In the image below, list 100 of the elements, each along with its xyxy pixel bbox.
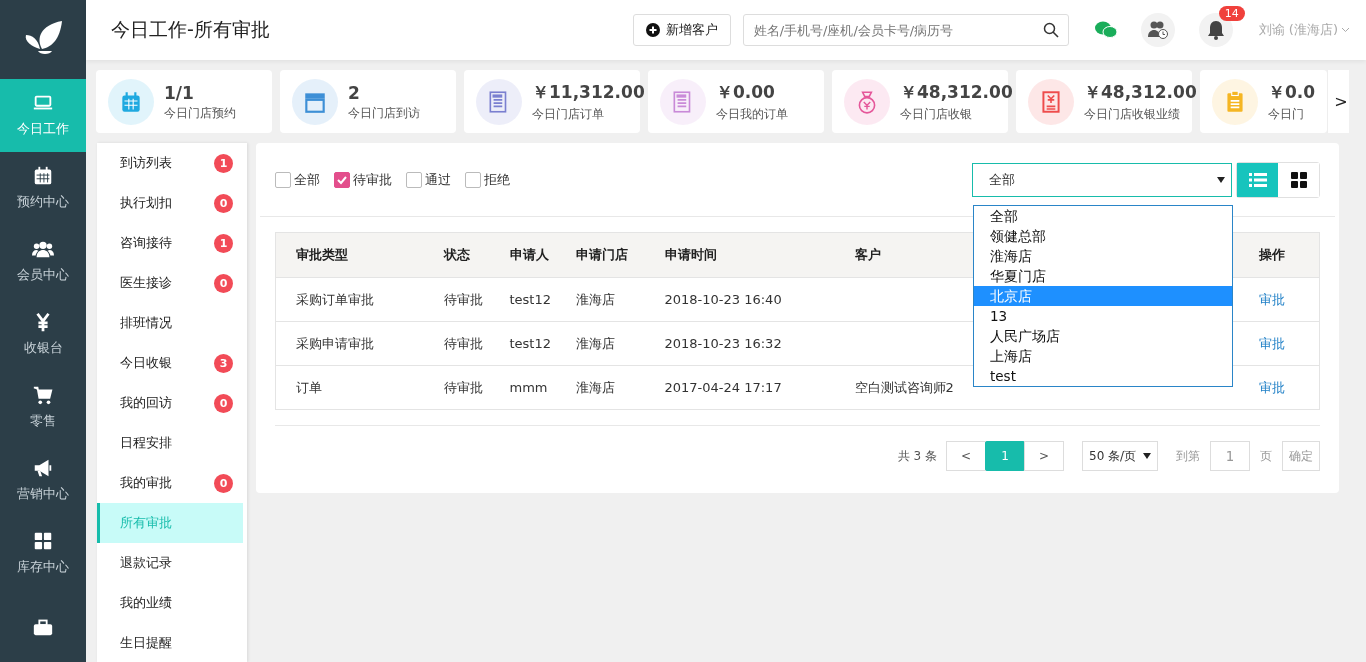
stat-value: 1/1	[164, 82, 195, 103]
approve-link[interactable]: 审批	[1258, 379, 1285, 395]
submenu-item[interactable]: 退款记录	[97, 543, 247, 583]
filter-label: 全部	[294, 170, 320, 189]
stat-label: 今日门店预约	[164, 105, 236, 121]
total-count: 共 3 条	[897, 447, 937, 465]
page-size-select[interactable]: 50 条/页	[1082, 441, 1158, 471]
stat-card[interactable]: ￥0.0 今日门	[1200, 70, 1328, 133]
column-header: 申请人	[509, 247, 549, 262]
store-select[interactable]: 全部	[972, 162, 1232, 197]
dropdown-option[interactable]: 领健总部	[974, 226, 1232, 246]
page-title: 今日工作-所有审批	[111, 17, 271, 42]
column-header: 申请门店	[575, 247, 628, 262]
dropdown-option[interactable]: 淮海店	[974, 246, 1232, 266]
nav-item[interactable]: 会员中心	[0, 224, 86, 298]
submenu-item[interactable]: 到访列表 1	[97, 143, 247, 183]
dropdown-triangle-icon	[1217, 176, 1225, 183]
table-cell: 2017-04-24 17:17	[664, 380, 782, 395]
next-page-button[interactable]: >	[1024, 441, 1064, 471]
stat-card[interactable]: 1/1 今日门店预约	[96, 70, 272, 133]
filter-checkbox[interactable]: 全部	[275, 170, 320, 189]
chevron-down-icon	[1341, 27, 1350, 33]
filter-label: 通过	[425, 170, 451, 189]
nav-item[interactable]: 营销中心	[0, 443, 86, 517]
table-cell: 2018-10-23 16:40	[664, 292, 782, 307]
stat-label: 今日我的订单	[716, 107, 788, 122]
nav-item[interactable]: 零售	[0, 370, 86, 444]
submenu-item[interactable]: 我的审批 0	[97, 463, 247, 503]
search-field[interactable]: 姓名/手机号/座机/会员卡号/病历号	[742, 14, 1069, 46]
table-cell: 淮海店	[575, 379, 615, 395]
count-badge: 0	[214, 273, 233, 293]
notification-count: 14	[1218, 6, 1245, 21]
submenu-item[interactable]: 排班情况	[97, 303, 247, 343]
approve-link[interactable]: 审批	[1258, 335, 1285, 351]
prev-page-button[interactable]: <	[946, 441, 986, 471]
stat-card[interactable]: ￥0.00 今日我的订单	[648, 70, 824, 133]
table-cell: 待审批	[443, 291, 483, 307]
table-cell: 待审批	[443, 379, 483, 395]
column-header: 申请时间	[664, 247, 717, 262]
wechat-icon[interactable]	[1094, 21, 1117, 39]
column-header: 客户	[854, 247, 881, 262]
column-header: 操作	[1258, 247, 1285, 262]
page-unit-label: 页	[1260, 447, 1272, 465]
filter-checkbox[interactable]: 拒绝	[465, 170, 510, 189]
stat-value: ￥0.00	[716, 81, 776, 104]
count-badge: 0	[214, 473, 233, 493]
submenu-item[interactable]: 今日收银 3	[97, 343, 247, 383]
table-cell: 空白测试咨询师2	[854, 379, 954, 395]
count-badge: 0	[214, 193, 233, 213]
approve-link[interactable]: 审批	[1258, 291, 1285, 307]
table-cell: 采购订单审批	[296, 291, 374, 307]
nav-item[interactable]: 收银台	[0, 297, 86, 371]
plus-circle-icon	[645, 23, 660, 37]
table-cell: test12	[509, 292, 551, 307]
submenu-item[interactable]: 我的回访 0	[97, 383, 247, 423]
submenu-item[interactable]: 咨询接待 1	[97, 223, 247, 263]
submenu-item[interactable]: 执行划扣 0	[97, 183, 247, 223]
table-cell: 淮海店	[575, 291, 615, 307]
submenu-item[interactable]: 医生接诊 0	[97, 263, 247, 303]
stat-value: 2	[348, 82, 361, 103]
bell-icon	[1206, 20, 1225, 40]
stat-label: 今日门店订单	[532, 107, 605, 122]
table-cell: test12	[509, 336, 551, 351]
stat-label: 今日门店收银	[900, 107, 973, 122]
dropdown-option[interactable]: test	[974, 366, 1232, 386]
new-customer-button[interactable]: 新增客户	[632, 14, 731, 46]
column-header: 审批类型	[296, 247, 348, 262]
table-cell: mmm	[509, 380, 548, 395]
table-cell: 订单	[296, 379, 322, 395]
nav-item[interactable]: 库存中心	[0, 516, 86, 590]
submenu-item[interactable]: 生日提醒	[97, 623, 247, 662]
nav-item[interactable]: 预约中心	[0, 151, 86, 225]
stat-card[interactable]: 2 今日门店到访	[280, 70, 456, 133]
count-badge: 1	[214, 153, 233, 173]
filter-checkbox[interactable]: 待审批	[334, 170, 392, 189]
dropdown-option[interactable]: 上海店	[974, 346, 1232, 366]
users-clock-icon	[1146, 20, 1169, 40]
filter-label: 待审批	[353, 170, 392, 189]
goto-label: 到第	[1176, 447, 1200, 465]
column-header: 状态	[443, 247, 470, 262]
stat-label: 今日门店到访	[348, 105, 420, 121]
dropdown-option[interactable]: 13	[974, 306, 1232, 326]
filter-checkbox[interactable]: 通过	[406, 170, 451, 189]
dropdown-option[interactable]: 华夏门店	[974, 266, 1232, 286]
dropdown-triangle-icon	[1143, 453, 1151, 459]
stat-label: 今日门	[1268, 107, 1305, 122]
filter-label: 拒绝	[484, 170, 510, 189]
table-cell: 待审批	[443, 335, 483, 351]
search-icon	[1042, 22, 1059, 38]
team-schedule-button[interactable]	[1140, 13, 1175, 47]
submenu-item[interactable]: 我的业绩	[97, 583, 247, 623]
dropdown-option[interactable]: 全部	[974, 206, 1232, 226]
dropdown-option[interactable]: 人民广场店	[974, 326, 1232, 346]
submenu-item[interactable]: 日程安排	[97, 423, 247, 463]
next-stats-button[interactable]: >	[1327, 70, 1350, 133]
table-cell: 淮海店	[575, 335, 615, 351]
count-badge: 3	[214, 353, 233, 373]
table-cell: 2018-10-23 16:32	[664, 336, 782, 351]
table-cell: 采购申请审批	[296, 335, 374, 351]
stat-value: ￥0.0	[1268, 81, 1316, 104]
